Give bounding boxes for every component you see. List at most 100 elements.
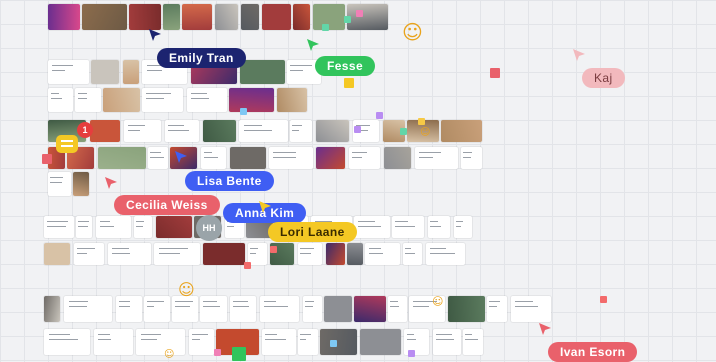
board-card[interactable] xyxy=(189,329,214,355)
board-card[interactable] xyxy=(74,243,104,265)
board-card[interactable] xyxy=(487,296,507,322)
board-card[interactable] xyxy=(303,296,322,322)
board-card[interactable] xyxy=(313,4,345,30)
board-card[interactable] xyxy=(154,243,200,265)
board-card[interactable] xyxy=(187,88,227,112)
board-card[interactable] xyxy=(200,296,227,322)
sticky-note[interactable] xyxy=(408,350,415,357)
board-card[interactable] xyxy=(463,329,483,355)
board-card[interactable] xyxy=(48,4,80,30)
board-card[interactable] xyxy=(290,120,312,142)
chat-icon[interactable] xyxy=(56,135,78,153)
board-card[interactable] xyxy=(124,120,161,142)
board-card[interactable] xyxy=(44,243,70,265)
notification-badge[interactable]: 1 xyxy=(77,122,93,138)
board-card[interactable] xyxy=(403,243,422,265)
board-card[interactable] xyxy=(98,147,146,169)
board-card[interactable] xyxy=(123,60,139,84)
board-card[interactable] xyxy=(108,243,151,265)
board-card[interactable] xyxy=(441,120,482,142)
sticky-note[interactable] xyxy=(400,128,407,135)
board-card[interactable] xyxy=(433,329,461,355)
sticky-note[interactable] xyxy=(354,126,361,133)
sticky-note[interactable] xyxy=(322,24,329,31)
board-card[interactable] xyxy=(428,216,450,238)
board-card[interactable] xyxy=(354,296,386,322)
board-card[interactable] xyxy=(64,296,112,322)
board-card[interactable] xyxy=(360,329,401,355)
board-card[interactable] xyxy=(384,147,411,169)
sticky-note[interactable] xyxy=(244,262,251,269)
board-card[interactable] xyxy=(172,296,198,322)
board-card[interactable] xyxy=(96,216,131,238)
sticky-note[interactable] xyxy=(490,68,500,78)
board-card[interactable] xyxy=(320,329,357,355)
board-card[interactable] xyxy=(298,329,318,355)
board-card[interactable] xyxy=(347,243,363,265)
board-card[interactable] xyxy=(230,147,266,169)
board-card[interactable] xyxy=(241,4,259,30)
board-card[interactable] xyxy=(91,60,119,84)
board-card[interactable] xyxy=(316,120,349,142)
board-card[interactable] xyxy=(269,147,313,169)
board-card[interactable] xyxy=(82,4,127,30)
board-card[interactable] xyxy=(142,88,183,112)
board-card[interactable] xyxy=(94,329,133,355)
board-card[interactable] xyxy=(44,329,90,355)
board-card[interactable] xyxy=(277,88,307,112)
board-card[interactable] xyxy=(262,329,296,355)
board-card[interactable] xyxy=(76,216,92,238)
board-card[interactable] xyxy=(116,296,142,322)
board-card[interactable] xyxy=(73,172,89,196)
avatar[interactable]: HH xyxy=(196,215,222,241)
board-card[interactable] xyxy=(75,88,101,112)
board-card[interactable] xyxy=(134,216,152,238)
board-card[interactable] xyxy=(215,4,238,30)
sticky-note[interactable] xyxy=(240,108,247,115)
board-card[interactable] xyxy=(461,147,482,169)
board-card[interactable] xyxy=(44,296,60,322)
board-card[interactable] xyxy=(148,147,168,169)
board-card[interactable] xyxy=(129,4,161,30)
board-card[interactable] xyxy=(136,329,185,355)
board-card[interactable] xyxy=(44,216,74,238)
board-card[interactable] xyxy=(144,296,170,322)
sticky-note[interactable] xyxy=(600,296,607,303)
board-card[interactable] xyxy=(324,296,352,322)
board-card[interactable] xyxy=(316,147,345,169)
sticky-note[interactable] xyxy=(344,78,354,88)
board-card[interactable] xyxy=(392,216,424,238)
board-card[interactable] xyxy=(230,296,256,322)
board-card[interactable] xyxy=(48,88,73,112)
sticky-note[interactable] xyxy=(214,349,221,356)
board-card[interactable] xyxy=(201,147,226,169)
board-card[interactable] xyxy=(260,296,299,322)
board-card[interactable] xyxy=(298,243,322,265)
board-card[interactable] xyxy=(347,4,388,30)
board-card[interactable] xyxy=(240,60,285,84)
board-card[interactable] xyxy=(203,120,236,142)
sticky-note[interactable] xyxy=(42,154,52,164)
board-card[interactable] xyxy=(448,296,485,322)
sticky-note[interactable] xyxy=(356,10,363,17)
sticky-note[interactable] xyxy=(344,16,351,23)
board-card[interactable] xyxy=(388,296,407,322)
board-card[interactable] xyxy=(165,120,199,142)
board-card[interactable] xyxy=(262,4,291,30)
board-card[interactable] xyxy=(48,172,71,196)
sticky-note[interactable] xyxy=(376,112,383,119)
sticky-note[interactable] xyxy=(330,340,337,347)
board-card[interactable] xyxy=(349,147,380,169)
board-card[interactable] xyxy=(239,120,288,142)
board-card[interactable] xyxy=(163,4,180,30)
board-card[interactable] xyxy=(326,243,345,265)
board-card[interactable] xyxy=(182,4,212,30)
board-card[interactable] xyxy=(229,88,274,112)
board-card[interactable] xyxy=(454,216,472,238)
board-card[interactable] xyxy=(103,88,140,112)
board-card[interactable] xyxy=(415,147,458,169)
board-card[interactable] xyxy=(48,60,89,84)
board-card[interactable] xyxy=(203,243,245,265)
board-card[interactable] xyxy=(156,216,192,238)
board-card[interactable] xyxy=(426,243,465,265)
